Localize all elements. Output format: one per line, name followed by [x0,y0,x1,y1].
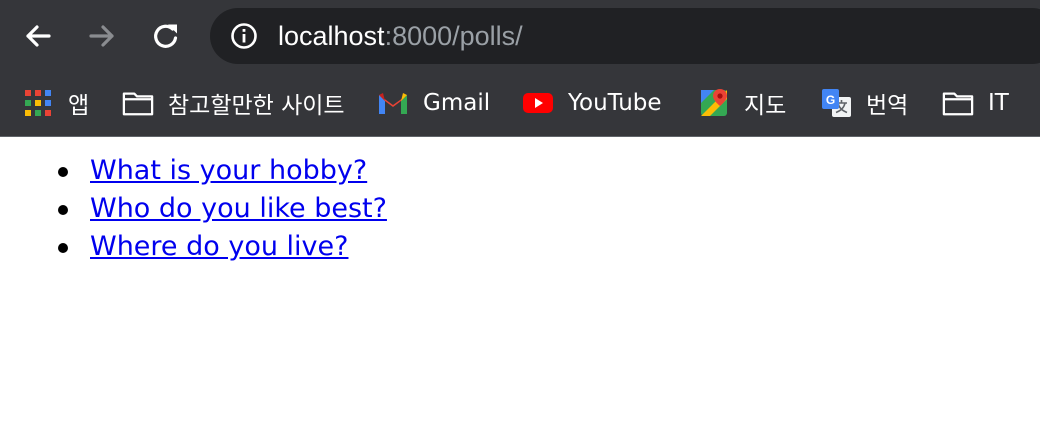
bookmark-label: IT [988,90,1009,116]
bookmark-label: 참고할만한 사이트 [168,93,345,119]
bookmark-label: 지도 [744,93,787,119]
question-link[interactable]: What is your hobby? [90,155,367,186]
info-icon[interactable] [230,22,258,50]
url-host: localhost [278,21,385,51]
list-item: Who do you like best? [54,190,387,228]
forward-button[interactable] [82,16,122,56]
bookmark-label: YouTube [568,90,662,116]
bookmark-translate[interactable]: G 번역 [820,84,908,122]
list-item: What is your hobby? [54,152,387,190]
question-link[interactable]: Who do you like best? [90,193,387,224]
svg-text:G: G [826,93,835,107]
page-content: What is your hobby? Who do you like best… [0,138,1040,438]
reload-button[interactable] [146,16,186,56]
folder-icon [942,87,974,119]
bullet [58,243,68,253]
bookmark-label: 번역 [866,93,909,119]
arrow-left-icon [26,25,51,47]
bullet [58,205,68,215]
bookmarks-bar: 앱 참고할만한 사이트 Gmail YouTube 지도 G 번역 IT [0,72,1040,136]
youtube-icon [522,87,554,119]
browser-chrome: localhost:8000/polls/ 앱 참고할만한 사이트 Gmail … [0,0,1040,137]
address-bar[interactable]: localhost:8000/polls/ [210,8,1040,64]
bookmark-folder-it[interactable]: IT [942,84,1009,122]
bookmark-label: 앱 [68,93,90,119]
translate-icon: G [820,87,852,119]
url-text[interactable]: localhost:8000/polls/ [278,18,523,54]
reload-icon [154,24,178,48]
bookmark-label: Gmail [423,90,491,116]
bookmark-gmail[interactable]: Gmail [377,84,490,122]
url-path: :8000/polls/ [384,21,523,51]
gmail-icon [377,87,409,119]
arrow-right-icon [89,25,114,47]
bookmark-youtube[interactable]: YouTube [522,84,662,122]
poll-question-list: What is your hobby? Who do you like best… [54,152,387,266]
bullet [58,167,68,177]
apps-grid-icon [22,87,54,119]
question-link[interactable]: Where do you live? [90,231,348,262]
bookmark-apps[interactable]: 앱 [22,84,89,122]
folder-icon [122,87,154,119]
maps-icon [698,87,730,119]
bookmark-folder-sites[interactable]: 참고할만한 사이트 [122,84,345,122]
browser-toolbar: localhost:8000/polls/ [0,0,1040,72]
chrome-divider [0,136,1040,137]
back-button[interactable] [18,16,58,56]
list-item: Where do you live? [54,228,387,266]
bookmark-maps[interactable]: 지도 [698,84,786,122]
